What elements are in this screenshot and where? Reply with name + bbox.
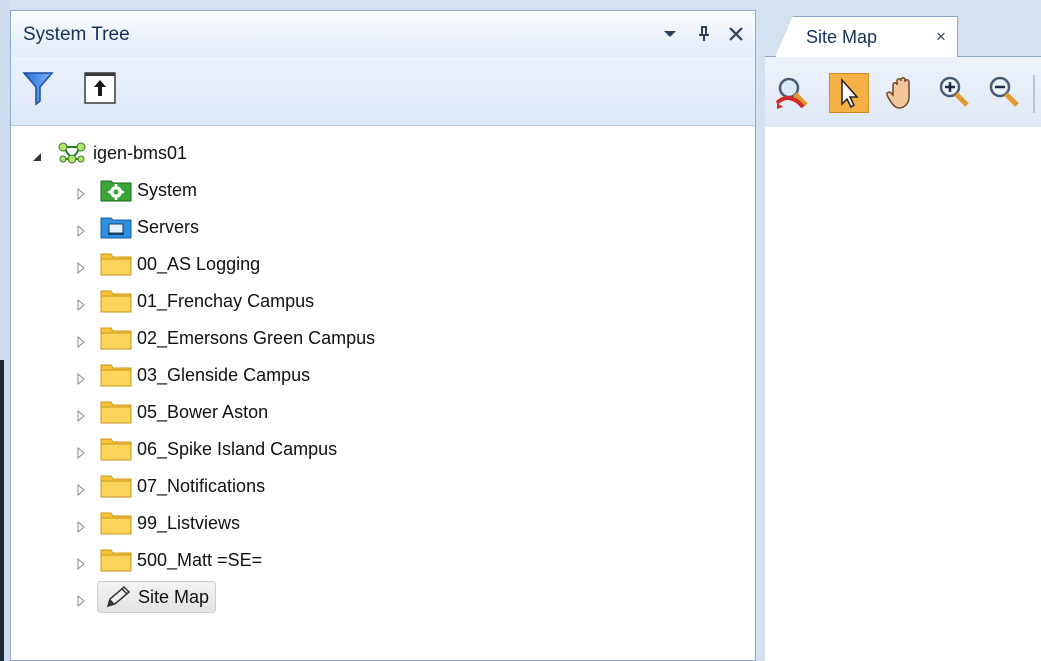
tree-node-root[interactable]: igen-bms01	[31, 138, 187, 168]
folder-icon	[99, 436, 133, 462]
collapse-all-icon[interactable]	[83, 69, 117, 107]
tree-node-folder[interactable]: 07_Notifications	[75, 471, 265, 501]
chevron-down-icon[interactable]	[659, 21, 681, 45]
pencil-icon	[100, 584, 134, 610]
window-left-edge	[0, 0, 10, 661]
tree-node-servers[interactable]: Servers	[75, 212, 199, 242]
tree-node-folder[interactable]: 00_AS Logging	[75, 249, 260, 279]
background-strip	[0, 360, 4, 661]
tree-node-folder[interactable]: 02_Emersons Green Campus	[75, 323, 375, 353]
tree-node-label: 99_Listviews	[137, 512, 241, 533]
collapsed-arrow-icon[interactable]	[75, 591, 87, 608]
folder-icon	[99, 510, 133, 536]
folder-icon	[99, 288, 133, 314]
site-map-canvas[interactable]	[765, 127, 1041, 661]
system-tree-panel: System Tree igen-bms01 System Servers 00…	[10, 10, 756, 661]
tree-node-folder[interactable]: 05_Bower Aston	[75, 397, 268, 427]
filter-icon[interactable]	[21, 69, 55, 107]
tree-node-label: igen-bms01	[93, 142, 188, 163]
tab-site-map[interactable]: Site Map ×	[775, 16, 958, 57]
panel-header: System Tree	[11, 11, 755, 58]
folder-icon	[99, 399, 133, 425]
tree-node-label: 01_Frenchay Campus	[137, 290, 315, 311]
tree-node-folder[interactable]: 99_Listviews	[75, 508, 240, 538]
tab-label: Site Map	[806, 27, 878, 47]
tree-node-label: 500_Matt =SE=	[137, 549, 263, 570]
tree-node-label: 02_Emersons Green Campus	[137, 327, 376, 348]
document-tab-strip: Site Map ×	[765, 10, 1041, 57]
system-gear-icon	[99, 177, 133, 203]
zoom-in-icon[interactable]	[935, 73, 975, 113]
tree-node-folder[interactable]: 500_Matt =SE=	[75, 545, 262, 575]
folder-icon	[99, 362, 133, 388]
close-icon[interactable]	[725, 21, 747, 45]
collapsed-arrow-icon[interactable]	[75, 258, 87, 275]
pin-icon[interactable]	[693, 21, 715, 45]
pan-hand-icon[interactable]	[883, 73, 923, 113]
tree-node-folder[interactable]: 01_Frenchay Campus	[75, 286, 314, 316]
folder-icon	[99, 547, 133, 573]
tree-node-label: 00_AS Logging	[137, 253, 261, 274]
zoom-extents-icon[interactable]	[773, 73, 813, 113]
tree-node-label: 03_Glenside Campus	[137, 364, 311, 385]
tree-node-system[interactable]: System	[75, 175, 197, 205]
collapsed-arrow-icon[interactable]	[75, 184, 87, 201]
collapsed-arrow-icon[interactable]	[75, 480, 87, 497]
tree-node-label: 05_Bower Aston	[137, 401, 269, 422]
expanded-arrow-icon[interactable]	[31, 147, 43, 161]
tree-node-label: Servers	[137, 216, 200, 237]
tree-node-label: 07_Notifications	[137, 475, 266, 496]
tree-node-folder[interactable]: 03_Glenside Campus	[75, 360, 310, 390]
zoom-out-icon[interactable]	[985, 73, 1025, 113]
selected-item-highlight[interactable]: Site Map	[97, 581, 217, 613]
folder-icon	[99, 473, 133, 499]
collapsed-arrow-icon[interactable]	[75, 517, 87, 534]
tree-toolbar	[11, 57, 755, 126]
site-map-toolbar	[765, 57, 1041, 128]
collapsed-arrow-icon[interactable]	[75, 554, 87, 571]
tree-node-label: System	[137, 179, 198, 200]
collapsed-arrow-icon[interactable]	[75, 332, 87, 349]
network-icon	[55, 140, 89, 166]
toolbar-separator	[1033, 75, 1035, 113]
collapsed-arrow-icon[interactable]	[75, 221, 87, 238]
collapsed-arrow-icon[interactable]	[75, 406, 87, 423]
server-icon	[99, 214, 133, 240]
collapsed-arrow-icon[interactable]	[75, 369, 87, 386]
panel-title: System Tree	[23, 24, 130, 45]
tree-node-site-map[interactable]: Site Map	[75, 581, 217, 613]
folder-icon	[99, 325, 133, 351]
site-map-document: Site Map ×	[765, 10, 1041, 661]
folder-icon	[99, 251, 133, 277]
select-arrow-icon[interactable]	[829, 73, 869, 113]
collapsed-arrow-icon[interactable]	[75, 443, 87, 460]
tree-node-label: Site Map	[138, 586, 210, 607]
tree-node-folder[interactable]: 06_Spike Island Campus	[75, 434, 337, 464]
tab-close-icon[interactable]: ×	[936, 27, 946, 47]
collapsed-arrow-icon[interactable]	[75, 295, 87, 312]
tree-node-label: 06_Spike Island Campus	[137, 438, 338, 459]
